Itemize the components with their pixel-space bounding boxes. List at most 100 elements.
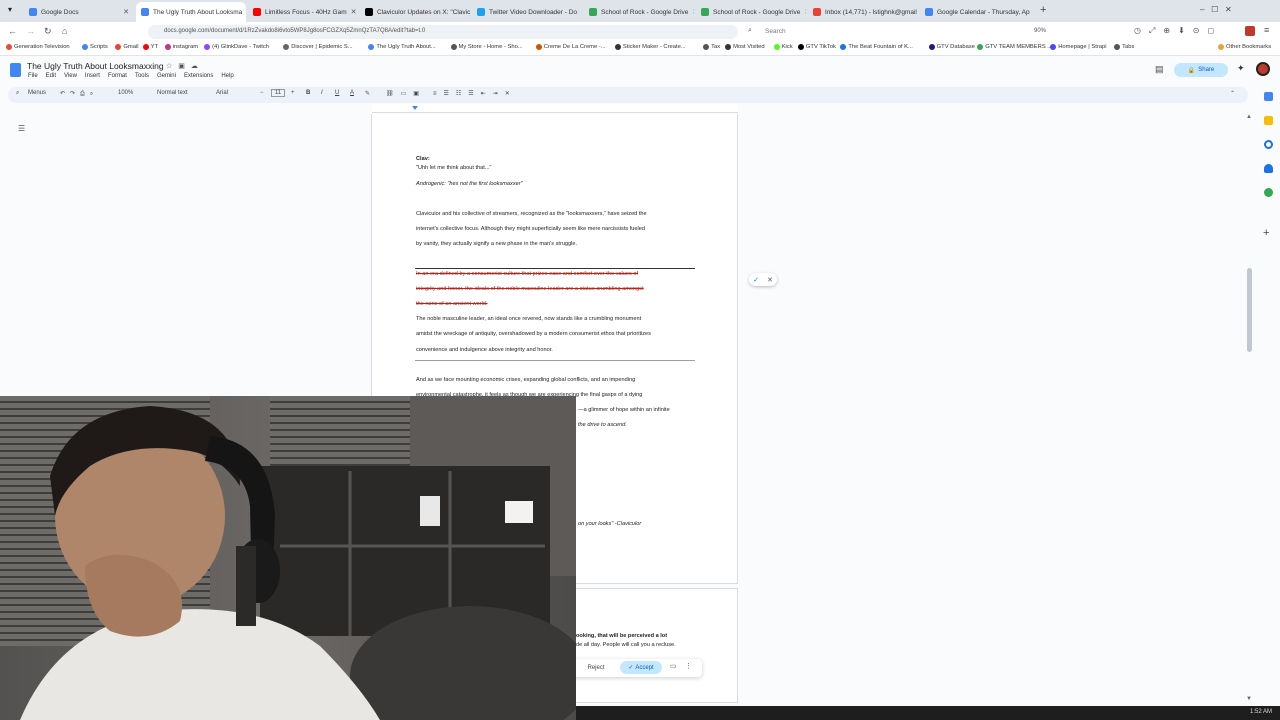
zoom-select[interactable]: 100% <box>118 90 133 96</box>
tab-close-icon[interactable]: ✕ <box>242 8 246 16</box>
menu-insert[interactable]: Insert <box>85 73 100 79</box>
home-icon[interactable]: ⌂ <box>62 26 67 36</box>
menu-edit[interactable]: Edit <box>46 73 56 79</box>
menu-extensions[interactable]: Extensions <box>184 73 213 79</box>
add-addon-icon[interactable]: + <box>1263 227 1269 239</box>
star-move-cloud-icons[interactable]: ☆▣☁ <box>166 62 204 70</box>
bookmark-item[interactable]: Tabs <box>1114 44 1134 50</box>
maps-icon[interactable] <box>1264 188 1273 197</box>
bookmark-item[interactable]: Generation Television <box>6 44 70 50</box>
decrease-font-icon[interactable]: − <box>260 90 264 96</box>
bookmark-item[interactable]: Homepage | Strapi <box>1050 44 1106 50</box>
tab-close-icon[interactable]: ✕ <box>688 8 694 16</box>
keep-icon[interactable] <box>1264 116 1273 125</box>
tab-search-icon[interactable]: ▾ <box>8 5 18 15</box>
bookmark-item[interactable]: The Ugly Truth About... <box>368 44 436 50</box>
bookmark-item[interactable]: GTV TikTok <box>797 44 836 50</box>
card-link-icon[interactable]: ▭ <box>670 662 677 670</box>
underline-icon[interactable]: U <box>335 90 339 96</box>
share-button[interactable]: 🔒 Share <box>1174 63 1228 77</box>
bookmark-item[interactable]: Discover | Epidemic S... <box>283 44 353 50</box>
bookmark-item[interactable]: instagram <box>164 44 198 50</box>
tab[interactable]: Claviculor Updates on X: "Clavic✕ <box>360 2 470 22</box>
bookmark-item[interactable]: Tax <box>703 44 720 50</box>
tab[interactable]: Google Docs ✕ <box>24 2 134 22</box>
extension-icons[interactable]: ◷⤢⊕⬇⊙◻ <box>1134 26 1222 36</box>
bookmark-item[interactable]: Creme De La Creme -... <box>535 44 606 50</box>
url-field[interactable]: docs.google.com/document/d/1RzZvakdo8i6v… <box>148 25 738 39</box>
comments-icon[interactable]: ▤ <box>1155 64 1164 75</box>
bookmark-item[interactable]: Kick <box>773 44 793 50</box>
menu-icon[interactable]: ≡ <box>1264 25 1269 35</box>
style-select[interactable]: Normal text <box>157 90 188 96</box>
menus-search-icon[interactable]: ⌕ <box>16 90 19 97</box>
browser-search-input[interactable]: Search <box>745 25 1010 39</box>
bookmark-item[interactable]: (4) GlinkDave - Twitch <box>204 44 269 50</box>
menu-file[interactable]: File <box>28 73 38 79</box>
new-tab-button[interactable]: + <box>1040 4 1046 16</box>
calendar-icon[interactable] <box>1264 92 1273 101</box>
highlight-icon[interactable]: ✎ <box>365 90 370 97</box>
tab-close-icon[interactable]: ✕ <box>917 8 918 16</box>
font-size-input[interactable]: 11 <box>271 89 286 97</box>
scroll-up-icon[interactable]: ▲ <box>1246 114 1252 120</box>
menu-format[interactable]: Format <box>108 73 127 79</box>
accept-check-icon[interactable]: ✓ <box>753 276 759 284</box>
tab[interactable]: Inbox (14,771) - lstighnk@gmail✕ <box>808 2 918 22</box>
scroll-down-icon[interactable]: ▼ <box>1246 696 1252 702</box>
scrollbar-thumb[interactable] <box>1247 268 1252 352</box>
reload-icon[interactable]: ↻ <box>44 26 52 37</box>
menu-gemini[interactable]: Gemini <box>157 73 176 79</box>
bookmark-item[interactable]: YT <box>142 44 158 50</box>
window-controls[interactable]: – ☐ ✕ <box>1200 5 1232 14</box>
bookmark-item[interactable]: Gmail <box>115 44 139 50</box>
accept-button[interactable]: ✓ Accept <box>620 661 662 674</box>
tab[interactable]: School of Rock - Google Drive✕ <box>696 2 806 22</box>
menu-tools[interactable]: Tools <box>135 73 149 79</box>
bookmark-item[interactable]: Scripts <box>82 44 108 50</box>
link-comment-image-icons[interactable]: ⛓▭▣ <box>386 90 426 97</box>
italic-icon[interactable]: I <box>321 90 323 96</box>
tab-close-icon[interactable]: ✕ <box>347 8 357 16</box>
tab[interactable]: Limitless Focus - 40Hz Gam ✕ <box>248 2 358 22</box>
contacts-icon[interactable] <box>1264 164 1273 173</box>
docs-logo-icon[interactable] <box>10 63 21 77</box>
bold-icon[interactable]: B <box>306 90 310 96</box>
tab-close-icon[interactable]: ✕ <box>119 8 129 16</box>
bookmark-item[interactable]: Sticker Maker - Create... <box>614 44 686 50</box>
tab[interactable]: School of Rock - Google Drive✕ <box>584 2 694 22</box>
extension-badge-icon[interactable] <box>1245 26 1255 36</box>
bookmark-item[interactable]: GTV Database <box>928 44 975 50</box>
menu-view[interactable]: View <box>64 73 77 79</box>
tab-close-icon[interactable]: ✕ <box>800 8 806 16</box>
more-options-icon[interactable]: ⋮ <box>685 662 692 670</box>
font-select[interactable]: Arial <box>216 90 228 96</box>
menus-search-label[interactable]: Menus <box>28 90 46 96</box>
reject-button[interactable]: Reject <box>582 661 610 674</box>
tasks-icon[interactable] <box>1264 140 1273 149</box>
bookmark-item[interactable]: Most Visited <box>725 44 765 50</box>
tab[interactable]: Google Calendar - Thursday, Ap ✕ <box>920 2 1030 22</box>
document-title[interactable]: The Ugly Truth About Looksmaxxing <box>27 61 164 71</box>
outline-icon[interactable]: ☰ <box>18 124 25 133</box>
indent-marker-icon[interactable] <box>412 106 418 110</box>
text-color-icon[interactable]: A <box>350 90 354 96</box>
bookmark-item[interactable]: The Beat Fountain of K... <box>840 44 913 50</box>
bookmark-item[interactable]: My Store - Home - Sho... <box>450 44 523 50</box>
zoom-level[interactable]: 90% <box>1034 28 1046 34</box>
avatar[interactable] <box>1256 62 1270 76</box>
increase-font-icon[interactable]: + <box>291 90 295 96</box>
menu-help[interactable]: Help <box>221 73 233 79</box>
bookmark-item[interactable]: GTV TEAM MEMBERS ... <box>977 44 1052 50</box>
collapse-toolbar-icon[interactable]: ⌃ <box>1230 90 1235 97</box>
forward-icon[interactable]: → <box>26 26 35 36</box>
bookmark-item[interactable]: Other Bookmarks <box>1218 44 1271 50</box>
reject-x-icon[interactable]: ✕ <box>767 276 773 284</box>
align-list-icons[interactable]: ≡☰☷☰⇤⇥✕ <box>433 90 517 97</box>
back-icon[interactable]: ← <box>8 26 17 36</box>
undo-redo-print-icons[interactable]: ↶↷⎙⌕ <box>60 90 98 98</box>
ruler[interactable] <box>372 104 738 113</box>
tab[interactable]: The Ugly Truth About Looksma✕ <box>136 2 246 22</box>
tab[interactable]: Twitter Video Downloader - Do✕ <box>472 2 582 22</box>
gemini-icon[interactable]: ✦ <box>1237 63 1245 74</box>
